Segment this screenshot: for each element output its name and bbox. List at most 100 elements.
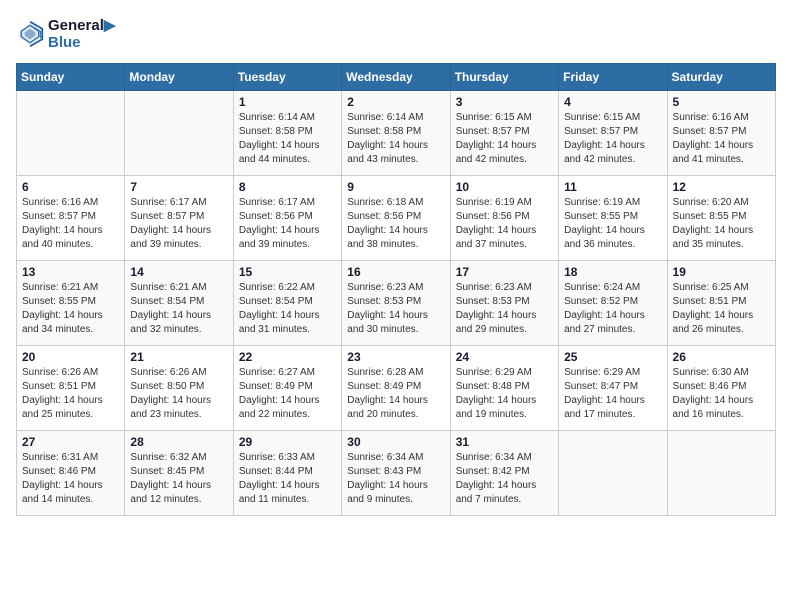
day-number: 17 (456, 265, 553, 279)
weekday-header-row: SundayMondayTuesdayWednesdayThursdayFrid… (17, 64, 776, 91)
day-number: 22 (239, 350, 336, 364)
calendar-cell (559, 431, 667, 516)
calendar-week-2: 6Sunrise: 6:16 AM Sunset: 8:57 PM Daylig… (17, 176, 776, 261)
calendar-cell: 22 Sunrise: 6:27 AM Sunset: 8:49 PM Dayli… (233, 346, 341, 431)
day-number: 31 (456, 435, 553, 449)
day-number: 30 (347, 435, 444, 449)
day-number: 7 (130, 180, 227, 194)
calendar-cell: 21Sunrise: 6:26 AM Sunset: 8:50 PM Dayli… (125, 346, 233, 431)
calendar-cell: 29Sunrise: 6:33 AM Sunset: 8:44 PM Dayli… (233, 431, 341, 516)
day-number: 27 (22, 435, 119, 449)
calendar-cell: 25 Sunrise: 6:29 AM Sunset: 8:47 PM Dayli… (559, 346, 667, 431)
calendar-cell: 1 Sunrise: 6:14 AM Sunset: 8:58 PM Daylig… (233, 91, 341, 176)
weekday-header-saturday: Saturday (667, 64, 775, 91)
calendar-cell: 17 Sunrise: 6:23 AM Sunset: 8:53 PM Dayli… (450, 261, 558, 346)
day-info: Sunrise: 6:31 AM Sunset: 8:46 PM Dayligh… (22, 451, 119, 507)
calendar-cell: 2 Sunrise: 6:14 AM Sunset: 8:58 PM Daylig… (342, 91, 450, 176)
calendar-week-1: 1 Sunrise: 6:14 AM Sunset: 8:58 PM Daylig… (17, 91, 776, 176)
day-number: 13 (22, 265, 119, 279)
day-info: Sunrise: 6:34 AM Sunset: 8:42 PM Dayligh… (456, 451, 553, 507)
weekday-header-wednesday: Wednesday (342, 64, 450, 91)
calendar-cell: 8 Sunrise: 6:17 AM Sunset: 8:56 PM Daylig… (233, 176, 341, 261)
weekday-header-tuesday: Tuesday (233, 64, 341, 91)
logo-icon (16, 20, 44, 48)
day-number: 20 (22, 350, 119, 364)
page-header: General▶ Blue (16, 16, 776, 51)
day-number: 19 (673, 265, 770, 279)
day-number: 11 (564, 180, 661, 194)
day-info: Sunrise: 6:24 AM Sunset: 8:52 PM Dayligh… (564, 281, 661, 337)
day-info: Sunrise: 6:29 AM Sunset: 8:47 PM Dayligh… (564, 366, 661, 422)
calendar-cell: 28Sunrise: 6:32 AM Sunset: 8:45 PM Dayli… (125, 431, 233, 516)
day-info: Sunrise: 6:17 AM Sunset: 8:56 PM Dayligh… (239, 196, 336, 252)
day-number: 25 (564, 350, 661, 364)
day-number: 3 (456, 95, 553, 109)
day-number: 21 (130, 350, 227, 364)
day-info: Sunrise: 6:18 AM Sunset: 8:56 PM Dayligh… (347, 196, 444, 252)
day-number: 10 (456, 180, 553, 194)
weekday-header-friday: Friday (559, 64, 667, 91)
calendar-cell: 15 Sunrise: 6:22 AM Sunset: 8:54 PM Dayli… (233, 261, 341, 346)
day-info: Sunrise: 6:15 AM Sunset: 8:57 PM Dayligh… (456, 111, 553, 167)
day-number: 14 (130, 265, 227, 279)
calendar-cell: 11 Sunrise: 6:19 AM Sunset: 8:55 PM Dayli… (559, 176, 667, 261)
logo-text: General▶ Blue (48, 16, 115, 51)
day-info: Sunrise: 6:25 AM Sunset: 8:51 PM Dayligh… (673, 281, 770, 337)
day-info: Sunrise: 6:20 AM Sunset: 8:55 PM Dayligh… (673, 196, 770, 252)
day-info: Sunrise: 6:14 AM Sunset: 8:58 PM Dayligh… (347, 111, 444, 167)
calendar-cell: 27 Sunrise: 6:31 AM Sunset: 8:46 PM Dayli… (17, 431, 125, 516)
day-number: 18 (564, 265, 661, 279)
day-info: Sunrise: 6:23 AM Sunset: 8:53 PM Dayligh… (456, 281, 553, 337)
calendar-cell (17, 91, 125, 176)
calendar-cell: 13 Sunrise: 6:21 AM Sunset: 8:55 PM Dayli… (17, 261, 125, 346)
logo: General▶ Blue (16, 16, 115, 51)
day-info: Sunrise: 6:19 AM Sunset: 8:55 PM Dayligh… (564, 196, 661, 252)
day-number: 1 (239, 95, 336, 109)
day-number: 26 (673, 350, 770, 364)
day-info: Sunrise: 6:21 AM Sunset: 8:54 PM Dayligh… (130, 281, 227, 337)
day-info: Sunrise: 6:16 AM Sunset: 8:57 PM Dayligh… (673, 111, 770, 167)
calendar-cell: 5 Sunrise: 6:16 AM Sunset: 8:57 PM Daylig… (667, 91, 775, 176)
calendar-cell: 30 Sunrise: 6:34 AM Sunset: 8:43 PM Dayli… (342, 431, 450, 516)
day-info: Sunrise: 6:32 AM Sunset: 8:45 PM Dayligh… (130, 451, 227, 507)
day-info: Sunrise: 6:22 AM Sunset: 8:54 PM Dayligh… (239, 281, 336, 337)
calendar-cell: 7 Sunrise: 6:17 AM Sunset: 8:57 PM Daylig… (125, 176, 233, 261)
calendar-week-4: 20 Sunrise: 6:26 AM Sunset: 8:51 PM Dayli… (17, 346, 776, 431)
calendar-cell: 14 Sunrise: 6:21 AM Sunset: 8:54 PM Dayli… (125, 261, 233, 346)
calendar-cell (667, 431, 775, 516)
day-info: Sunrise: 6:30 AM Sunset: 8:46 PM Dayligh… (673, 366, 770, 422)
day-number: 8 (239, 180, 336, 194)
calendar-cell: 6Sunrise: 6:16 AM Sunset: 8:57 PM Daylig… (17, 176, 125, 261)
day-number: 23 (347, 350, 444, 364)
day-info: Sunrise: 6:17 AM Sunset: 8:57 PM Dayligh… (130, 196, 227, 252)
calendar-week-3: 13 Sunrise: 6:21 AM Sunset: 8:55 PM Dayli… (17, 261, 776, 346)
day-number: 6 (22, 180, 119, 194)
day-number: 4 (564, 95, 661, 109)
day-number: 5 (673, 95, 770, 109)
calendar-cell: 26 Sunrise: 6:30 AM Sunset: 8:46 PM Dayli… (667, 346, 775, 431)
day-info: Sunrise: 6:14 AM Sunset: 8:58 PM Dayligh… (239, 111, 336, 167)
calendar-cell: 31 Sunrise: 6:34 AM Sunset: 8:42 PM Dayli… (450, 431, 558, 516)
day-number: 24 (456, 350, 553, 364)
calendar-cell: 23Sunrise: 6:28 AM Sunset: 8:49 PM Dayli… (342, 346, 450, 431)
day-info: Sunrise: 6:26 AM Sunset: 8:51 PM Dayligh… (22, 366, 119, 422)
calendar-cell: 4 Sunrise: 6:15 AM Sunset: 8:57 PM Daylig… (559, 91, 667, 176)
calendar-cell (125, 91, 233, 176)
calendar-cell: 9Sunrise: 6:18 AM Sunset: 8:56 PM Daylig… (342, 176, 450, 261)
weekday-header-sunday: Sunday (17, 64, 125, 91)
day-info: Sunrise: 6:34 AM Sunset: 8:43 PM Dayligh… (347, 451, 444, 507)
calendar-cell: 12Sunrise: 6:20 AM Sunset: 8:55 PM Dayli… (667, 176, 775, 261)
day-number: 16 (347, 265, 444, 279)
day-info: Sunrise: 6:21 AM Sunset: 8:55 PM Dayligh… (22, 281, 119, 337)
day-info: Sunrise: 6:29 AM Sunset: 8:48 PM Dayligh… (456, 366, 553, 422)
day-info: Sunrise: 6:23 AM Sunset: 8:53 PM Dayligh… (347, 281, 444, 337)
calendar-table: SundayMondayTuesdayWednesdayThursdayFrid… (16, 63, 776, 516)
calendar-cell: 24 Sunrise: 6:29 AM Sunset: 8:48 PM Dayli… (450, 346, 558, 431)
day-info: Sunrise: 6:15 AM Sunset: 8:57 PM Dayligh… (564, 111, 661, 167)
day-number: 2 (347, 95, 444, 109)
day-number: 15 (239, 265, 336, 279)
calendar-cell: 3 Sunrise: 6:15 AM Sunset: 8:57 PM Daylig… (450, 91, 558, 176)
day-info: Sunrise: 6:27 AM Sunset: 8:49 PM Dayligh… (239, 366, 336, 422)
calendar-week-5: 27 Sunrise: 6:31 AM Sunset: 8:46 PM Dayli… (17, 431, 776, 516)
day-number: 29 (239, 435, 336, 449)
